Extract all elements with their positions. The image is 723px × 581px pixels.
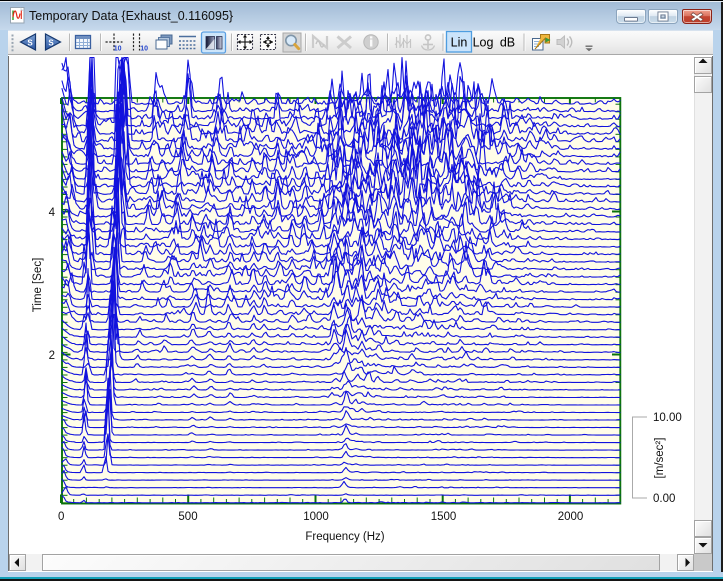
svg-text:[m/sec²]: [m/sec²] — [654, 438, 666, 479]
svg-text:1500: 1500 — [431, 511, 457, 523]
svg-text:10.00: 10.00 — [653, 412, 682, 424]
svg-text:2: 2 — [49, 350, 55, 362]
svg-text:0.00: 0.00 — [653, 493, 675, 505]
svg-text:4: 4 — [49, 207, 56, 219]
svg-text:Frequency (Hz): Frequency (Hz) — [305, 531, 384, 543]
svg-text:0: 0 — [58, 511, 64, 523]
svg-text:500: 500 — [178, 511, 197, 523]
svg-text:2000: 2000 — [558, 511, 584, 523]
svg-text:Time [Sec]: Time [Sec] — [32, 258, 44, 313]
svg-text:1000: 1000 — [303, 511, 329, 523]
